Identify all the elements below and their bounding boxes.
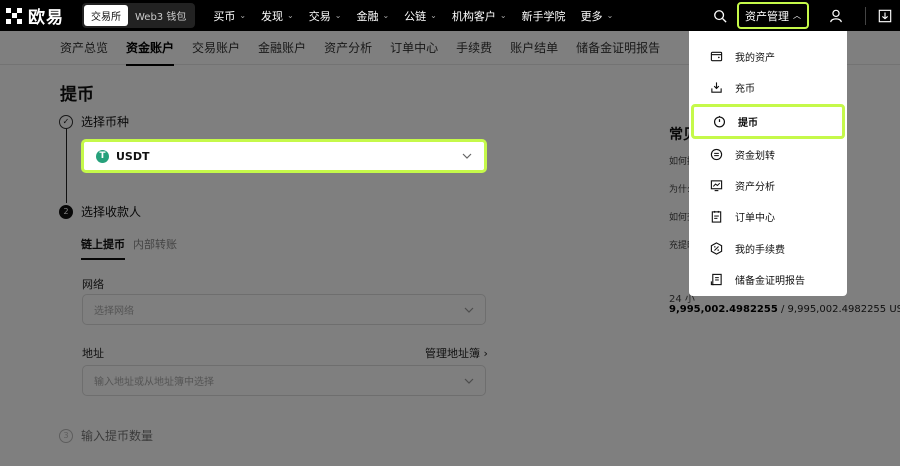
nav-institutional[interactable]: 机构客户 ⌄ [452,8,507,24]
menu-item-transfer[interactable]: 资金划转 [689,139,847,170]
fee-icon [710,241,723,255]
analysis-icon [710,180,723,192]
chevron-down-icon: ⌄ [239,11,247,20]
order-icon [711,211,722,223]
nav-buy-crypto[interactable]: 买币 ⌄ [213,8,246,24]
nav-trade[interactable]: 交易 ⌄ [309,8,342,24]
menu-item-asset-analysis[interactable]: 资产分析 [689,170,847,201]
chevron-down-icon: ⌄ [334,11,342,20]
asset-management-dropdown: 我的资产 充币 提币 资金划转 资产分析 订单中心 我的手续费 储备金证明报告 [689,31,847,296]
mode-switch: 交易所 Web3 钱包 [82,3,196,28]
menu-item-my-fees[interactable]: 我的手续费 [689,232,847,263]
chevron-down-icon: ⌄ [430,11,437,20]
menu-item-proof-of-reserves[interactable]: 储备金证明报告 [689,264,847,295]
chevron-down-icon: ⌄ [499,11,507,20]
nav-discover[interactable]: 发现 ⌄ [261,8,294,24]
report-icon [710,273,722,286]
chevron-up-icon: ︿ [793,11,801,20]
chevron-down-icon [462,153,472,159]
top-navbar: 欧易 交易所 Web3 钱包 买币 ⌄ 发现 ⌄ 交易 ⌄ 金融 ⌄ 公链 ⌄ 机构客户 ⌄… [0,0,900,31]
deposit-icon [711,82,722,94]
menu-item-deposit[interactable]: 充币 [689,72,847,103]
chevron-down-icon: ⌄ [287,11,294,20]
asset-management-menu-button[interactable]: 资产管理 ︿ [737,2,809,29]
coin-select-dropdown[interactable]: T USDT [81,139,487,173]
nav-more[interactable]: 更多 ⌄ [581,8,614,24]
brand-name: 欧易 [28,8,64,28]
nav-learn[interactable]: 新手学院 [522,8,566,24]
wallet-icon [710,51,723,62]
menu-item-withdraw[interactable]: 提币 [691,103,845,139]
mode-web3-wallet[interactable]: Web3 钱包 [128,5,193,26]
nav-right: 资产管理 ︿ [713,0,900,31]
logo-mark-icon [6,7,22,24]
usdt-icon: T [96,149,109,163]
chevron-down-icon: ⌄ [606,11,614,20]
menu-item-order-center[interactable]: 订单中心 [689,201,847,232]
okx-logo[interactable]: 欧易 [6,3,76,28]
selected-coin: USDT [116,149,150,163]
transfer-icon [710,148,723,160]
main-nav: 买币 ⌄ 发现 ⌄ 交易 ⌄ 金融 ⌄ 公链 ⌄ 机构客户 ⌄ 新手学院 更多 ⌄ [213,8,628,24]
menu-item-my-assets[interactable]: 我的资产 [689,41,847,72]
search-icon[interactable] [713,9,727,23]
mode-exchange[interactable]: 交易所 [84,5,128,26]
withdraw-icon [713,115,726,128]
download-icon[interactable] [878,9,892,23]
nav-divider [865,6,866,25]
user-icon[interactable] [829,9,843,23]
nav-finance[interactable]: 金融 ⌄ [356,8,389,24]
chevron-down-icon: ⌄ [382,11,390,20]
nav-public-chain[interactable]: 公链 ⌄ [404,8,437,24]
